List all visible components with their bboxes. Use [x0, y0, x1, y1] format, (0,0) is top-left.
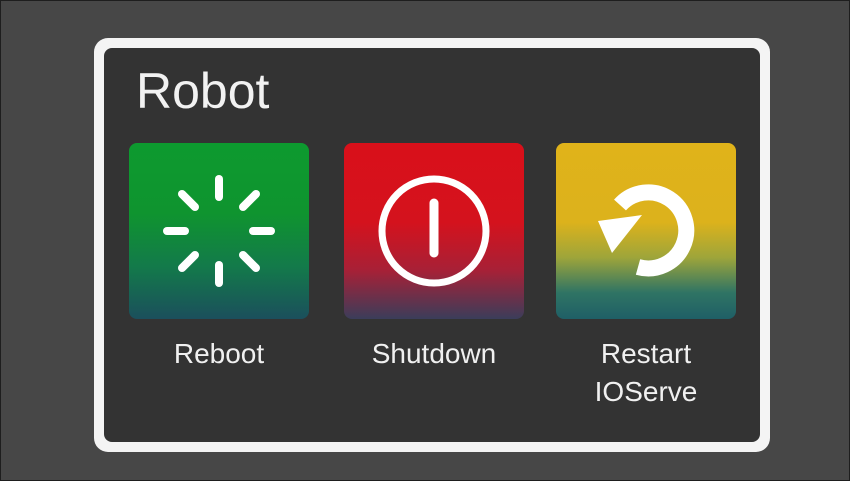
robot-panel: Robot Reboot Shutdown Restart IOServe — [94, 38, 770, 452]
power-icon — [378, 175, 490, 287]
reboot-icon-tile[interactable] — [129, 143, 309, 319]
restart-arrow-icon — [598, 184, 695, 277]
reboot-label: Reboot — [173, 338, 265, 369]
shutdown-label: Shutdown — [371, 338, 497, 369]
reboot-button[interactable]: Reboot — [129, 143, 309, 373]
shutdown-button[interactable]: Shutdown — [344, 143, 524, 373]
app-background: Robot Reboot Shutdown Restart IOServe — [0, 0, 850, 481]
shutdown-icon-tile[interactable] — [344, 143, 524, 319]
spinner-icon — [163, 175, 275, 287]
restart-ioserve-label: Restart IOServe — [594, 338, 698, 407]
robot-panel-body: Robot Reboot Shutdown Restart IOServe — [104, 48, 760, 442]
restart-icon-tile[interactable] — [556, 143, 736, 319]
panel-title: Robot — [136, 63, 270, 119]
restart-ioserve-button[interactable]: Restart IOServe — [556, 143, 736, 411]
